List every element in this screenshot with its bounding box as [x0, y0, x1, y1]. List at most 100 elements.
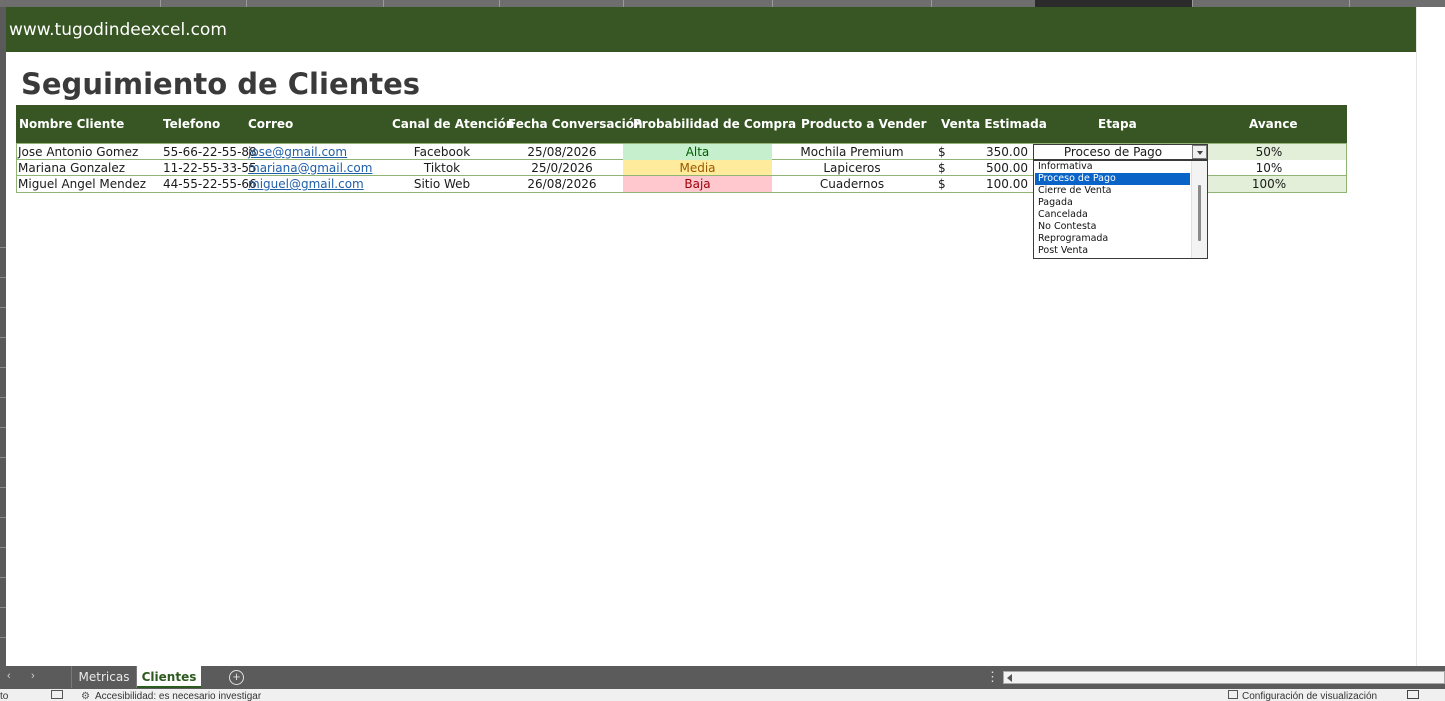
- dropdown-option[interactable]: Reprogramada: [1035, 233, 1190, 245]
- header-venta[interactable]: Venta Estimada: [941, 117, 1047, 131]
- page-title[interactable]: Seguimiento de Clientes: [21, 67, 420, 101]
- cell-correo[interactable]: miguel@gmail.com: [248, 177, 364, 191]
- dropdown-option[interactable]: Cierre de Venta: [1035, 185, 1190, 197]
- row-divider: [0, 307, 6, 308]
- cell-canal[interactable]: Facebook: [392, 145, 492, 159]
- vertical-scroll-area[interactable]: [1416, 7, 1445, 666]
- cell-avance[interactable]: 100%: [1208, 177, 1330, 191]
- row-divider: [0, 397, 6, 398]
- tab-clientes[interactable]: Clientes: [137, 666, 201, 688]
- cell-fecha[interactable]: 26/08/2026: [502, 177, 622, 191]
- accessibility-status[interactable]: Accesibilidad: es necesario investigar: [95, 691, 261, 701]
- macro-record-icon[interactable]: [51, 690, 63, 699]
- excel-window: www.tugodindeexcel.com Seguimiento de Cl…: [0, 0, 1445, 701]
- row-divider: [0, 517, 6, 518]
- dropdown-option[interactable]: Post Venta: [1035, 245, 1190, 257]
- cell-probabilidad[interactable]: Alta: [623, 145, 772, 159]
- column-divider: [246, 0, 247, 7]
- cell-moneda: $: [938, 145, 946, 159]
- status-bar: to ⚙ Accesibilidad: es necesario investi…: [0, 689, 1445, 701]
- scroll-tabs-right-icon[interactable]: ›: [31, 670, 35, 682]
- cell-correo[interactable]: mariana@gmail.com: [248, 161, 372, 175]
- dropdown-option[interactable]: Informativa: [1035, 161, 1190, 173]
- horizontal-scrollbar[interactable]: [1003, 671, 1445, 684]
- row-divider: [0, 457, 6, 458]
- row-divider: [0, 427, 6, 428]
- row-headers[interactable]: [0, 7, 6, 666]
- column-divider: [383, 0, 384, 7]
- column-divider: [931, 0, 932, 7]
- dropdown-option[interactable]: No Contesta: [1035, 221, 1190, 233]
- header-correo[interactable]: Correo: [248, 117, 293, 131]
- table-row: Jose Antonio Gomez 55-66-22-55-88 jose@g…: [16, 143, 1347, 160]
- add-sheet-icon[interactable]: +: [229, 670, 244, 685]
- view-settings-text[interactable]: Configuración de visualización: [1242, 691, 1377, 701]
- cell-moneda: $: [938, 177, 946, 191]
- header-etapa[interactable]: Etapa: [1098, 117, 1137, 131]
- tab-metricas[interactable]: Metricas: [71, 666, 137, 688]
- cell-avance[interactable]: 10%: [1208, 161, 1330, 175]
- dropdown-scroll-thumb[interactable]: [1198, 185, 1201, 241]
- cell-venta[interactable]: 350.00: [978, 145, 1028, 159]
- cell-probabilidad[interactable]: Baja: [623, 177, 772, 191]
- email-link[interactable]: miguel@gmail.com: [248, 177, 364, 191]
- cell-moneda: $: [938, 160, 946, 175]
- header-banner[interactable]: www.tugodindeexcel.com: [6, 7, 1416, 52]
- row-divider: [0, 247, 6, 248]
- website-text[interactable]: www.tugodindeexcel.com: [9, 20, 227, 40]
- cell-telefono[interactable]: 44-55-22-55-66: [163, 177, 257, 191]
- scroll-tabs-left-icon[interactable]: ‹: [7, 670, 11, 682]
- cell-nombre[interactable]: Jose Antonio Gomez: [18, 145, 138, 159]
- cell-telefono[interactable]: 11-22-55-33-55: [163, 161, 257, 175]
- cell-telefono[interactable]: 55-66-22-55-88: [163, 145, 257, 159]
- header-canal[interactable]: Canal de Atención: [392, 117, 514, 131]
- dropdown-scrollbar[interactable]: [1191, 161, 1207, 258]
- cell-producto[interactable]: Mochila Premium: [772, 145, 932, 159]
- more-options-icon[interactable]: ⋮: [986, 669, 999, 685]
- row-divider: [0, 337, 6, 338]
- header-nombre-cliente[interactable]: Nombre Cliente: [19, 117, 124, 131]
- email-link[interactable]: jose@gmail.com: [248, 145, 347, 159]
- cell-avance[interactable]: 50%: [1208, 145, 1330, 159]
- cell-venta[interactable]: 100.00: [978, 177, 1028, 191]
- selected-column-header[interactable]: [1035, 0, 1192, 7]
- header-avance[interactable]: Avance: [1249, 117, 1298, 131]
- dropdown-arrow-button[interactable]: [1192, 145, 1207, 159]
- column-divider: [160, 0, 161, 7]
- row-divider: [0, 577, 6, 578]
- sheet-tab-bar: ‹ › Metricas Clientes + ⋮: [0, 666, 1445, 689]
- etapa-dropdown-list[interactable]: Informativa Proceso de Pago Cierre de Ve…: [1033, 160, 1208, 259]
- table-header-row: Nombre Cliente Telefono Correo Canal de …: [16, 105, 1347, 143]
- header-fecha[interactable]: Fecha Conversación: [508, 117, 643, 131]
- column-divider: [772, 0, 773, 7]
- accessibility-icon[interactable]: ⚙: [81, 691, 90, 701]
- row-divider: [0, 487, 6, 488]
- cell-correo[interactable]: jose@gmail.com: [248, 145, 347, 159]
- header-producto[interactable]: Producto a Vender: [801, 117, 927, 131]
- header-probabilidad[interactable]: Probabilidad de Compra: [633, 117, 796, 131]
- dropdown-option[interactable]: Cancelada: [1035, 209, 1190, 221]
- cell-producto[interactable]: Lapiceros: [772, 161, 932, 175]
- column-divider: [1192, 0, 1193, 7]
- cell-fecha[interactable]: 25/08/2026: [502, 145, 622, 159]
- cell-fecha[interactable]: 25/0/2026: [502, 161, 622, 175]
- cell-producto[interactable]: Cuadernos: [772, 177, 932, 191]
- normal-view-icon[interactable]: [1407, 690, 1419, 699]
- dropdown-option-selected[interactable]: Proceso de Pago: [1035, 173, 1190, 185]
- cell-venta[interactable]: 500.00: [978, 161, 1028, 175]
- cell-canal[interactable]: Tiktok: [392, 161, 492, 175]
- email-link[interactable]: mariana@gmail.com: [248, 161, 372, 175]
- status-mode-text: to: [0, 691, 9, 701]
- column-divider: [1349, 0, 1350, 7]
- cell-probabilidad[interactable]: Media: [623, 161, 772, 175]
- display-settings-icon[interactable]: [1228, 690, 1238, 699]
- column-headers[interactable]: [0, 0, 1445, 7]
- cell-etapa[interactable]: Proceso de Pago: [1033, 145, 1193, 159]
- cell-nombre[interactable]: Mariana Gonzalez: [18, 161, 125, 175]
- row-divider: [0, 367, 6, 368]
- header-telefono[interactable]: Telefono: [163, 117, 220, 131]
- cell-canal[interactable]: Sitio Web: [392, 177, 492, 191]
- cell-nombre[interactable]: Miguel Angel Mendez: [18, 177, 146, 191]
- dropdown-option[interactable]: Pagada: [1035, 197, 1190, 209]
- row-divider: [0, 277, 6, 278]
